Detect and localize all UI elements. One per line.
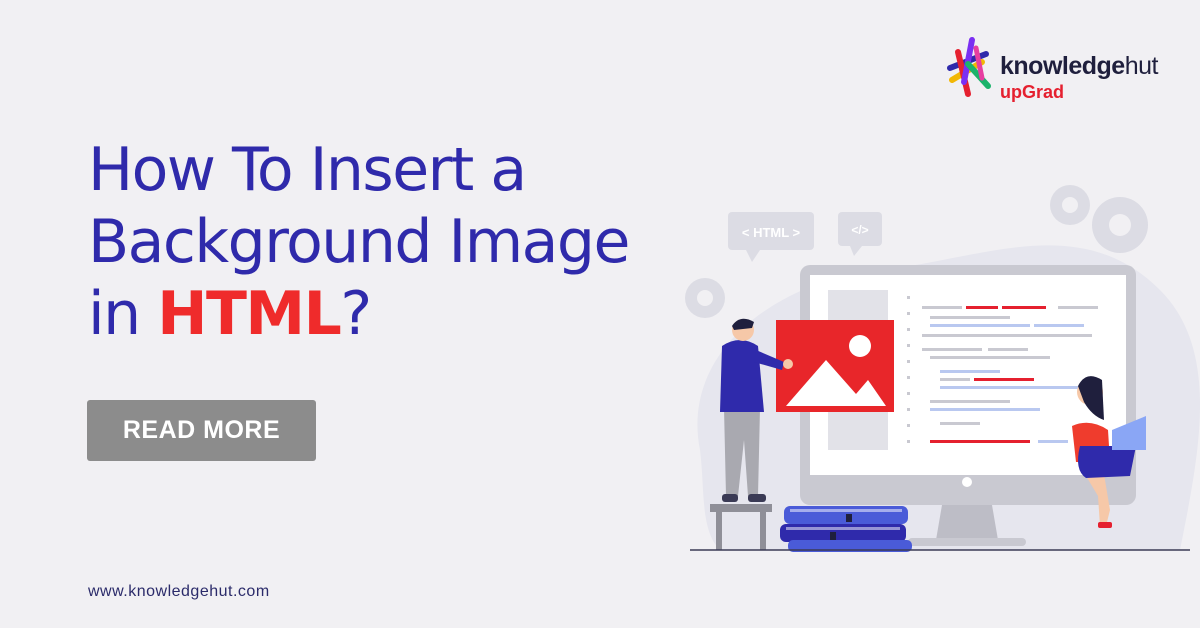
headline-line-3: in HTML?	[88, 279, 372, 349]
brand-wordmark: knowledgehut	[1000, 52, 1158, 80]
brand-logo[interactable]: knowledgehut upGrad	[942, 34, 1172, 104]
headline-line-2: Background Image	[88, 207, 630, 277]
image-icon	[776, 320, 894, 412]
headline-line-1: How To Insert a	[88, 135, 527, 205]
read-more-button[interactable]: READ MORE	[87, 400, 316, 461]
website-link[interactable]: www.knowledgehut.com	[88, 583, 270, 601]
headline-highlight: HTML	[157, 279, 342, 349]
svg-text:< HTML >: < HTML >	[742, 225, 801, 240]
illustration: < HTML > </>	[685, 185, 1200, 552]
svg-text:</>: </>	[851, 223, 868, 237]
knowledgehut-logo-icon	[947, 37, 991, 97]
headline: How To Insert a Background Image in HTML…	[88, 134, 708, 350]
brand-sub: upGrad	[1000, 82, 1065, 102]
books-icon	[780, 506, 912, 552]
html-bubble-icon: < HTML >	[728, 212, 814, 262]
code-bubble-icon: </>	[838, 212, 882, 256]
